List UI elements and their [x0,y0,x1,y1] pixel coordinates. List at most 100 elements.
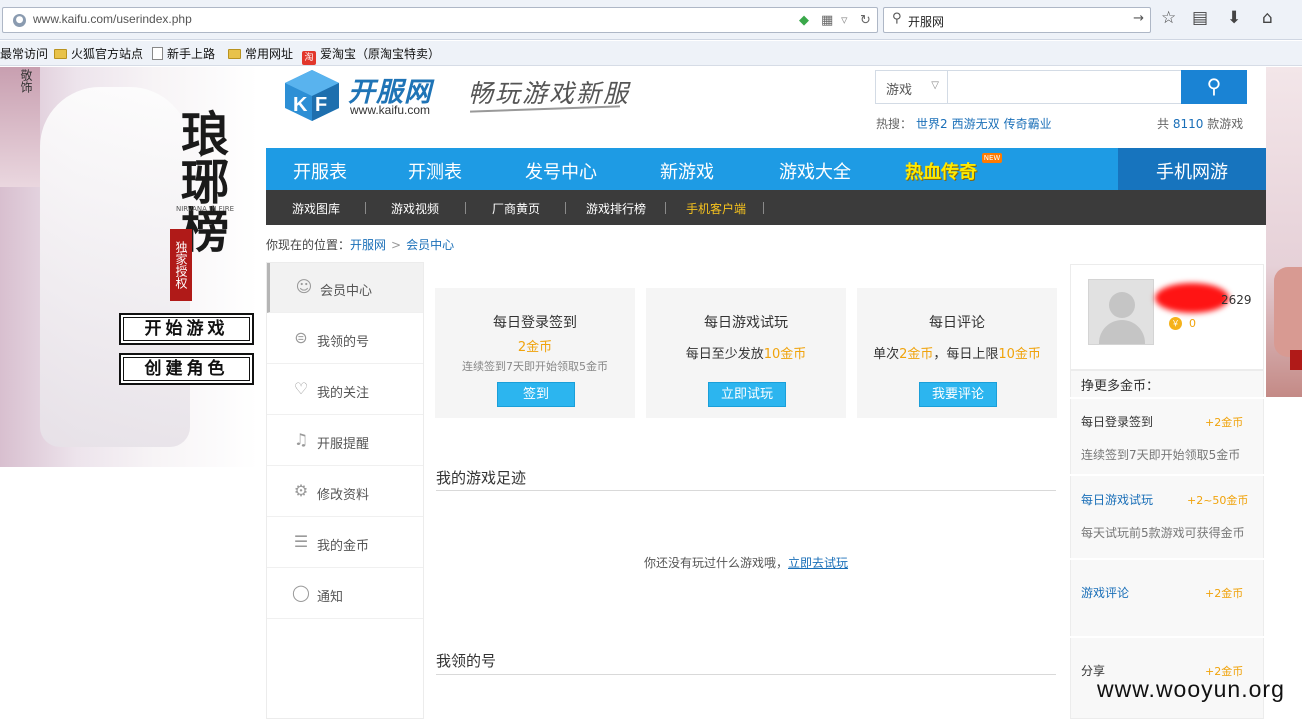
address-bar[interactable]: ● www.kaifu.com/userindex.php ◆ ▦ ▿ ↻ [2,7,878,33]
signin-button[interactable]: 签到 [497,382,575,407]
sidebar-item-member-center[interactable]: ☺ 会员中心 [267,263,423,313]
earn-item-points: +2金币 [1205,587,1244,600]
subnav-vendors[interactable]: 厂商黄页 [492,200,540,217]
browser-search-value[interactable]: 开服网 [908,13,944,30]
site-search-button[interactable]: ⚲ [1181,70,1247,104]
nav-open-server-list[interactable]: 开服表 [293,158,347,184]
username-suffix: 2629 [1221,293,1252,307]
subnav-rankings[interactable]: 游戏排行榜 [586,200,646,217]
star-icon[interactable]: ☆ [1161,8,1176,28]
right-side-ad[interactable] [1266,67,1302,397]
hot-searches: 热搜： 世界2 西游无双 传奇霸业 [876,115,1052,132]
sidebar-item-label: 我的金币 [317,539,370,554]
comment-button[interactable]: 我要评论 [919,382,997,407]
empty-message-text: 你还没有玩过什么游戏哦， [643,556,788,570]
address-url[interactable]: www.kaifu.com/userindex.php [33,12,192,26]
bell-icon: ♫ [293,430,309,449]
watermark: www.wooyun.org [1097,676,1285,702]
nav-hot-game[interactable]: 热血传奇 [905,158,977,184]
kaifu-logo-icon[interactable]: K F [282,68,342,122]
nav-gift-center[interactable]: 发号中心 [525,158,597,184]
sidebar-item-edit-profile[interactable]: ⚙ 修改资料 [267,467,423,517]
earn-coins-title: 挣更多金币： [1081,379,1160,394]
bookmark-label: 常用网址 [245,47,294,61]
sidebar-item-follows[interactable]: ♡ 我的关注 [267,365,423,415]
bookmark-getting-started[interactable]: 新手上路 [152,45,215,62]
bookmark-common-sites[interactable]: 常用网址 [228,45,293,62]
ad-red-accent [1290,350,1302,370]
task-card-daily-signin: 每日登录签到 2金币 连续签到7天即开始领取5金币 签到 [435,288,635,418]
sidebar-item-notifications[interactable]: ◯ 通知 [267,569,423,619]
dropdown-icon[interactable]: ▿ [841,13,848,28]
nav-new-games[interactable]: 新游戏 [660,158,714,184]
user-icon: ☺ [295,277,313,296]
sidebar-item-label: 会员中心 [320,284,373,299]
main-nav: 开服表 开测表 发号中心 新游戏 游戏大全 热血传奇 [266,148,1266,190]
task-description: 单次2金币，每日上限10金币 [857,343,1057,362]
page-icon [152,47,163,60]
bookmark-most-visited[interactable]: 最常访问 [0,45,48,62]
earn-item-trial[interactable]: 每日游戏试玩 [1081,491,1153,508]
shield-icon[interactable]: ◆ [799,13,809,28]
reading-list-icon[interactable]: ▤ [1192,8,1208,28]
earn-divider [1070,397,1264,399]
ad-figure [1274,267,1302,357]
sidebar-item-claimed-codes[interactable]: ⊜ 我领的号 [267,314,423,364]
earn-item-comment[interactable]: 游戏评论 [1081,584,1129,601]
try-now-button[interactable]: 立即试玩 [708,382,786,407]
taobao-icon: 淘 [302,51,316,65]
sidebar-item-my-coins[interactable]: ☰ 我的金币 [267,518,423,568]
create-character-button[interactable]: 创建角色 [119,353,254,385]
hot-keyword[interactable]: 西游无双 [952,117,1000,131]
subnav-divider [665,202,666,214]
hot-keyword[interactable]: 世界2 [916,117,948,131]
hot-keyword[interactable]: 传奇霸业 [1004,117,1052,131]
start-game-button[interactable]: 开始游戏 [119,313,254,345]
sidebar-item-label: 我领的号 [317,335,370,350]
bookmark-label: 爱淘宝（原淘宝特卖） [320,47,441,61]
heart-icon: ♡ [293,379,309,398]
nav-beta-list[interactable]: 开测表 [408,158,462,184]
folder-icon [228,49,241,59]
reload-icon[interactable]: ↻ [860,13,871,28]
sidebar-item-label: 通知 [317,590,344,605]
search-category-select[interactable]: 游戏 ▽ [876,71,948,103]
task-desc-text: 每日至少发放 [685,347,764,362]
bookmark-taobao[interactable]: 淘爱淘宝（原淘宝特卖） [302,45,440,65]
task-coin-reward: 2金币 [517,340,553,355]
redacted-username-mark [1155,283,1229,313]
folder-icon [54,49,67,59]
subnav-divider [465,202,466,214]
nav-mobile-games[interactable]: 手机网游 [1118,148,1266,190]
go-arrow-icon[interactable]: → [1133,11,1144,26]
breadcrumb-current[interactable]: 会员中心 [406,238,454,252]
footprint-empty-message: 你还没有玩过什么游戏哦，立即去试玩 [436,554,1056,571]
count-prefix: 共 [1157,117,1170,131]
subnav-mobile-client[interactable]: 手机客户端 [686,200,746,217]
home-icon[interactable]: ⌂ [1262,8,1273,28]
download-icon[interactable]: ⬇ [1227,8,1241,28]
nav-all-games[interactable]: 游戏大全 [779,158,851,184]
coin-stack-icon: ☰ [293,532,309,551]
ad-robe [40,87,190,447]
qrcode-icon[interactable]: ▦ [821,13,833,28]
browser-search-box[interactable]: ⚲ 开服网 → [883,7,1151,33]
count-value: 8110 [1172,117,1204,131]
user-info-box: 2629 ￥ 0 [1070,264,1264,370]
footprint-title: 我的游戏足迹 [436,469,527,487]
subnav-videos[interactable]: 游戏视频 [391,200,439,217]
avatar[interactable] [1088,279,1154,345]
task-card-daily-trial: 每日游戏试玩 每日至少发放10金币 立即试玩 [646,288,846,418]
try-now-link[interactable]: 立即去试玩 [788,556,848,570]
left-side-ad[interactable]: 敬饰 琅琊榜 NIRVANA IN FIRE 独家授权 开始游戏 创建角色 [0,67,258,467]
nav-mobile-label: 手机网游 [1156,162,1228,183]
site-search-input[interactable] [949,71,1179,103]
breadcrumb: 你现在的位置：开服网 > 会员中心 [266,236,454,253]
breadcrumb-separator-icon: > [391,238,402,252]
breadcrumb-home[interactable]: 开服网 [350,238,386,252]
bookmark-firefox[interactable]: 火狐官方站点 [54,45,143,62]
claimed-codes-title: 我领的号 [436,652,497,670]
subnav-gallery[interactable]: 游戏图库 [292,200,340,217]
sidebar-item-server-reminder[interactable]: ♫ 开服提醒 [267,416,423,466]
ad-tiny-text: 敬饰 [19,69,33,93]
